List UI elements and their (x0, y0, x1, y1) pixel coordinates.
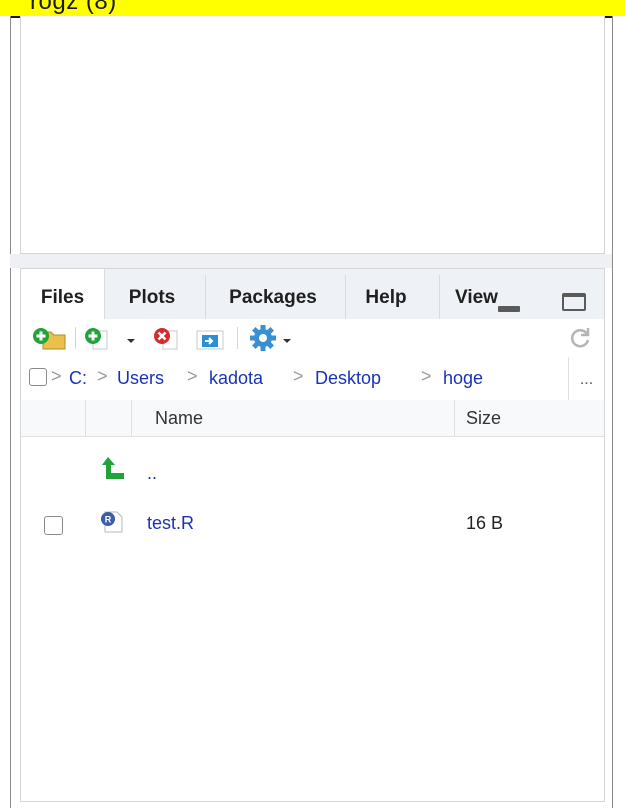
breadcrumb-separator: > (97, 366, 108, 386)
breadcrumb-hoge[interactable]: hoge (443, 368, 483, 389)
toolbar-divider (75, 327, 76, 349)
breadcrumb-separator: > (421, 366, 432, 386)
new-file-icon (85, 328, 108, 350)
toolbar-divider (237, 327, 238, 349)
maximize-pane-icon[interactable] (562, 293, 586, 311)
breadcrumb-users[interactable]: Users (117, 368, 164, 389)
breadcrumb-separator: > (51, 366, 62, 386)
parent-arrow-button[interactable] (99, 455, 127, 486)
new-folder-icon (33, 328, 66, 350)
tab-divider (205, 275, 206, 319)
tab-divider (439, 275, 440, 319)
new-folder-button[interactable] (31, 325, 67, 351)
tab-divider (345, 275, 346, 319)
tab-bar: Files Plots Packages Help View (21, 269, 604, 320)
right-window-edge (612, 16, 625, 808)
refresh-icon (570, 328, 590, 348)
console-pane (20, 16, 605, 254)
column-divider (454, 400, 455, 436)
parent-directory-link[interactable]: .. (147, 463, 157, 484)
column-header-name[interactable]: Name (155, 408, 203, 429)
column-header-size[interactable]: Size (466, 408, 501, 429)
column-divider (85, 400, 86, 436)
breadcrumb-separator: > (293, 366, 304, 386)
more-actions-button[interactable] (249, 325, 299, 351)
new-file-button[interactable] (83, 325, 109, 351)
file-size: 16 B (466, 513, 504, 533)
refresh-button[interactable] (567, 325, 593, 351)
tab-plots[interactable]: Plots (107, 269, 197, 319)
breadcrumb-separator: > (187, 366, 198, 386)
left-window-edge (0, 16, 11, 808)
delete-icon (154, 328, 178, 350)
file-link-test-r[interactable]: test.R (147, 513, 194, 534)
row-checkbox[interactable] (44, 516, 63, 535)
gear-icon (250, 325, 291, 351)
breadcrumb: > C: > Users > kadota > Desktop > hoge .… (21, 357, 604, 401)
files-toolbar (21, 319, 604, 358)
minimize-pane-icon[interactable] (498, 306, 520, 312)
pane-splitter[interactable] (10, 254, 612, 268)
table-row: R test.R 16 B (21, 505, 604, 545)
select-all-checkbox[interactable] (29, 368, 47, 386)
breadcrumb-desktop[interactable]: Desktop (315, 368, 381, 389)
more-path-button[interactable]: ... (568, 357, 604, 400)
column-divider (131, 400, 132, 436)
rename-button[interactable] (193, 325, 227, 351)
breadcrumb-kadota[interactable]: kadota (209, 368, 263, 389)
up-arrow-icon (102, 457, 124, 479)
r-file-icon: R (99, 509, 125, 540)
tab-help[interactable]: Help (351, 269, 421, 319)
tab-files[interactable]: Files (21, 269, 105, 319)
tab-packages[interactable]: Packages (209, 269, 337, 319)
rename-icon (196, 330, 224, 350)
top-banner-text: rogz (8) (30, 0, 117, 15)
files-pane: Files Plots Packages Help View > C: > Us… (20, 268, 605, 802)
new-file-dropdown[interactable] (123, 325, 139, 351)
parent-directory-row: .. (21, 449, 604, 489)
dropdown-arrow-icon (127, 339, 135, 343)
file-table-header: Name Size (21, 400, 604, 437)
svg-text:R: R (105, 515, 112, 525)
breadcrumb-drive[interactable]: C: (69, 368, 87, 389)
delete-button[interactable] (151, 325, 179, 351)
